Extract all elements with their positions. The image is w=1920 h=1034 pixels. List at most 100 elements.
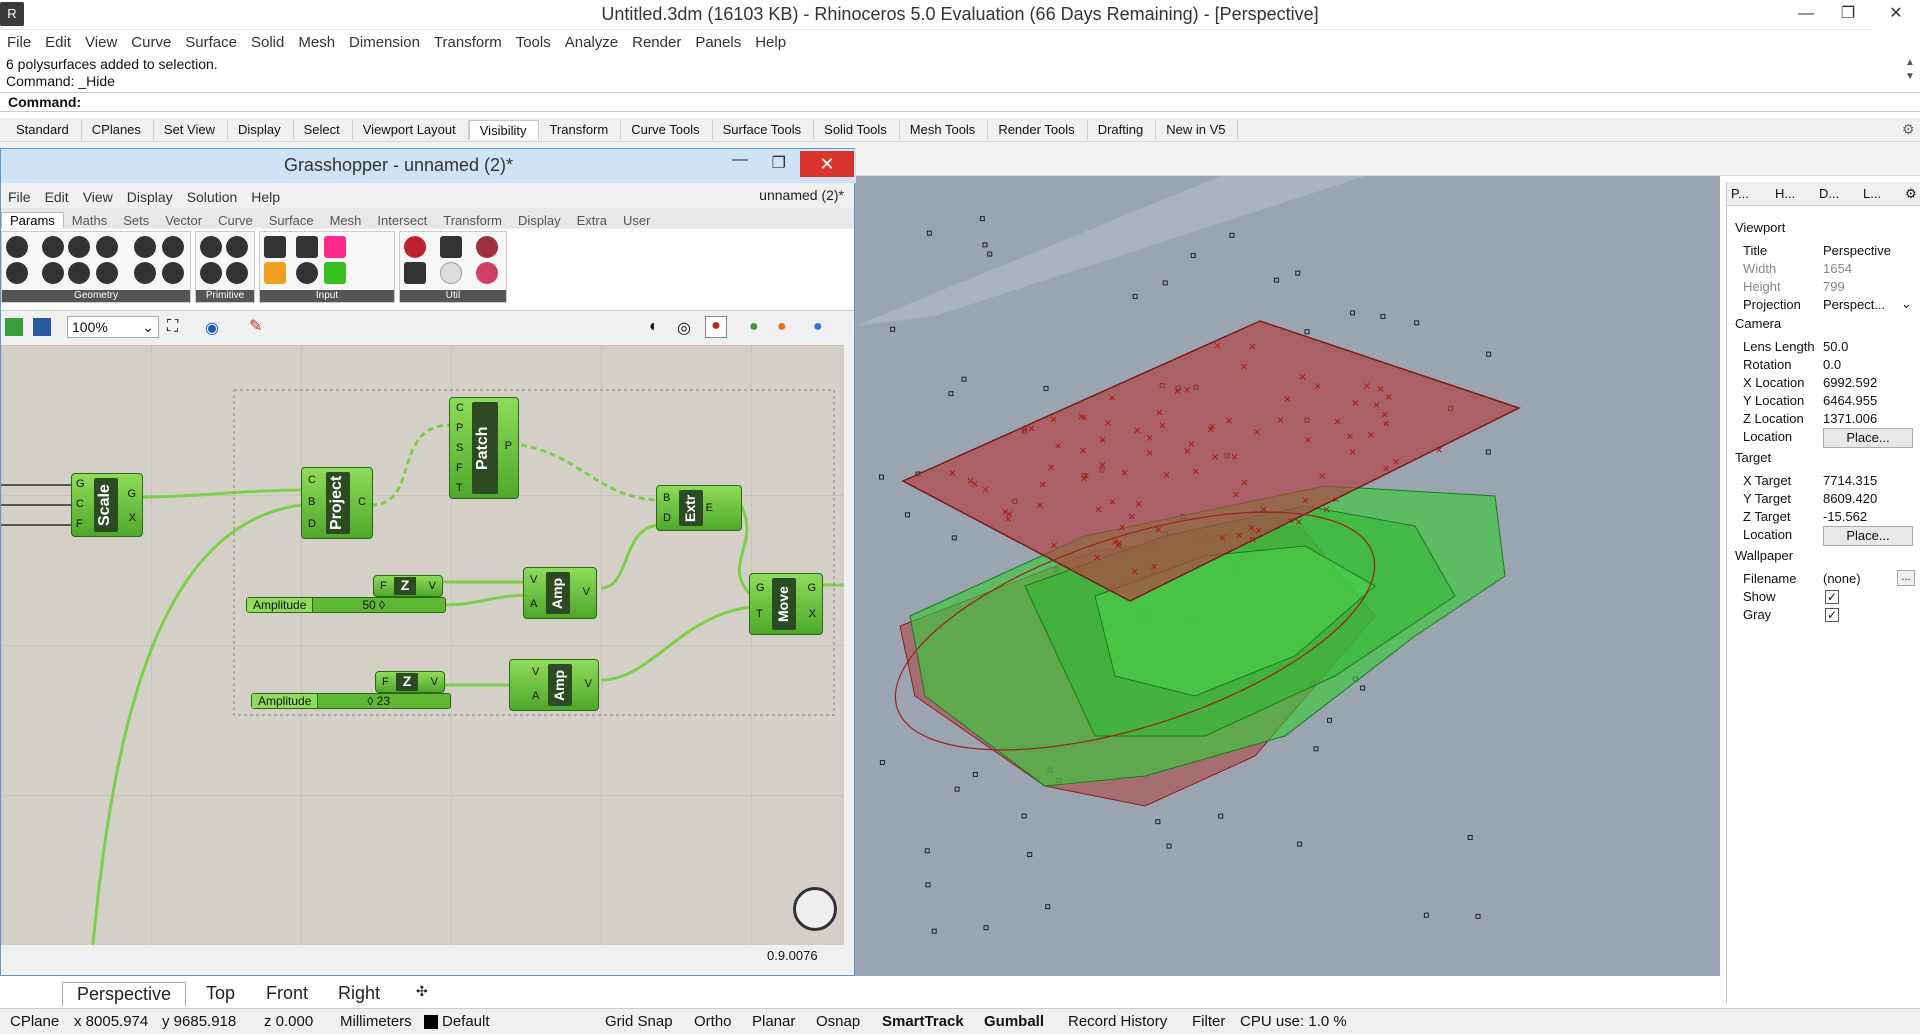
input-pin[interactable]: B: [308, 496, 315, 508]
param-icon[interactable]: [134, 236, 156, 258]
zoom-select[interactable]: 100% ⌄: [67, 316, 159, 338]
menu-view[interactable]: View: [78, 34, 124, 51]
param-icon[interactable]: [476, 262, 498, 284]
prop-value[interactable]: 50.0: [1823, 339, 1848, 354]
close-icon[interactable]: ✕: [1872, 0, 1920, 30]
prop-value[interactable]: 8609.420: [1823, 491, 1877, 506]
prop-value[interactable]: 6464.955: [1823, 393, 1877, 408]
gh-tab-curve[interactable]: Curve: [210, 213, 261, 228]
gumball-toggle[interactable]: Gumball: [984, 1013, 1044, 1030]
gh-tab-display[interactable]: Display: [510, 213, 569, 228]
input-pin[interactable]: B: [663, 492, 670, 504]
amplitude-component[interactable]: V A Amp V: [509, 659, 599, 711]
param-icon[interactable]: [264, 262, 286, 284]
tab-new-in-v5[interactable]: New in V5: [1156, 120, 1239, 140]
preview-eye-icon[interactable]: ◉: [205, 318, 219, 338]
tab-drafting[interactable]: Drafting: [1088, 120, 1157, 140]
camera-place-button[interactable]: Place...: [1823, 428, 1913, 448]
gh-menu-display[interactable]: Display: [120, 189, 180, 205]
gh-tab-mesh[interactable]: Mesh: [322, 213, 370, 228]
input-pin[interactable]: P: [456, 422, 463, 434]
output-pin[interactable]: X: [129, 512, 136, 524]
menu-surface[interactable]: Surface: [178, 34, 244, 51]
open-file-icon[interactable]: [5, 318, 23, 336]
output-pin[interactable]: E: [706, 502, 713, 514]
ortho-toggle[interactable]: Ortho: [694, 1013, 732, 1030]
gh-document-name[interactable]: unnamed (2)*: [759, 187, 844, 203]
menu-edit[interactable]: Edit: [38, 34, 78, 51]
output-pin[interactable]: X: [809, 608, 816, 620]
gh-tab-surface[interactable]: Surface: [261, 213, 322, 228]
input-pin[interactable]: C: [456, 402, 464, 414]
prop-value[interactable]: 0.0: [1823, 357, 1841, 372]
param-icon[interactable]: [162, 262, 184, 284]
amplitude-slider[interactable]: Amplitude ◊ 23: [251, 693, 451, 709]
param-icon[interactable]: [226, 236, 248, 258]
sketch-brush-icon[interactable]: ✎: [249, 316, 262, 336]
unit-z-component[interactable]: F Z V: [375, 671, 445, 693]
amplitude-slider[interactable]: Amplitude 50 ◊: [246, 597, 446, 613]
param-icon[interactable]: [96, 262, 118, 284]
help-tab[interactable]: H...: [1775, 186, 1795, 201]
input-pin[interactable]: G: [76, 478, 85, 490]
prop-value[interactable]: 7714.315: [1823, 473, 1877, 488]
patch-component[interactable]: C P S F T Patch P: [449, 397, 519, 499]
tab-perspective[interactable]: Perspective: [62, 982, 187, 1006]
param-icon[interactable]: [324, 262, 346, 284]
param-icon[interactable]: [162, 236, 184, 258]
input-pin[interactable]: F: [380, 580, 387, 592]
status-cplane[interactable]: CPlane: [10, 1013, 59, 1030]
gh-minimize-icon[interactable]: —: [732, 151, 748, 169]
input-pin[interactable]: G: [756, 582, 765, 594]
tab-visibility[interactable]: Visibility: [468, 120, 540, 140]
param-icon[interactable]: [296, 262, 318, 284]
input-pin[interactable]: T: [456, 482, 463, 494]
param-icon[interactable]: [96, 236, 118, 258]
gh-close-icon[interactable]: ✕: [800, 151, 854, 177]
param-icon[interactable]: [476, 236, 498, 258]
projection-select[interactable]: Perspect...: [1823, 297, 1885, 312]
scale-component[interactable]: G C F Scale G X: [71, 473, 143, 537]
gray-checkbox[interactable]: ✓: [1825, 608, 1839, 622]
grid-snap-toggle[interactable]: Grid Snap: [605, 1013, 673, 1030]
menu-curve[interactable]: Curve: [124, 34, 178, 51]
move-component[interactable]: G T Move G X: [749, 573, 823, 635]
gh-menu-view[interactable]: View: [76, 189, 120, 205]
layers-tab[interactable]: L...: [1863, 186, 1881, 201]
display-tab[interactable]: D...: [1819, 186, 1839, 201]
show-checkbox[interactable]: ✓: [1825, 590, 1839, 604]
smarttrack-toggle[interactable]: SmartTrack: [882, 1013, 964, 1030]
output-pin[interactable]: P: [505, 440, 512, 452]
tab-curve-tools[interactable]: Curve Tools: [621, 120, 713, 140]
menu-help[interactable]: Help: [748, 34, 793, 51]
save-file-icon[interactable]: [33, 318, 51, 336]
wireframe-icon[interactable]: ◎: [677, 318, 691, 338]
tab-solid-tools[interactable]: Solid Tools: [814, 120, 900, 140]
browse-button[interactable]: ...: [1897, 570, 1915, 586]
menu-file[interactable]: File: [0, 34, 38, 51]
param-icon[interactable]: [6, 262, 28, 284]
grasshopper-canvas[interactable]: G C F Scale G X C B D Project C C P S F …: [1, 345, 844, 945]
param-icon[interactable]: [42, 236, 64, 258]
output-pin[interactable]: V: [583, 586, 590, 598]
preview-mode-icon[interactable]: ◐: [649, 318, 659, 336]
prop-value[interactable]: -15.562: [1823, 509, 1867, 524]
gh-tab-maths[interactable]: Maths: [64, 213, 115, 228]
input-pin[interactable]: F: [456, 462, 463, 474]
param-icon[interactable]: [68, 236, 90, 258]
tab-front[interactable]: Front: [252, 982, 322, 1005]
prop-projection[interactable]: Projection Perspect... ⌄: [1727, 294, 1920, 316]
input-pin[interactable]: S: [456, 442, 463, 454]
param-icon[interactable]: [6, 236, 28, 258]
menu-mesh[interactable]: Mesh: [291, 34, 342, 51]
tab-render-tools[interactable]: Render Tools: [988, 120, 1088, 140]
param-icon[interactable]: [404, 262, 426, 284]
status-layer[interactable]: Default: [442, 1013, 490, 1030]
tab-transform[interactable]: Transform: [539, 120, 622, 140]
gh-menu-solution[interactable]: Solution: [180, 189, 245, 205]
filter-toggle[interactable]: Filter: [1192, 1013, 1225, 1030]
gear-icon[interactable]: ⚙: [1905, 186, 1917, 202]
tab-mesh-tools[interactable]: Mesh Tools: [900, 120, 989, 140]
param-icon[interactable]: [264, 236, 286, 258]
unit-z-component[interactable]: F Z V: [373, 575, 443, 597]
